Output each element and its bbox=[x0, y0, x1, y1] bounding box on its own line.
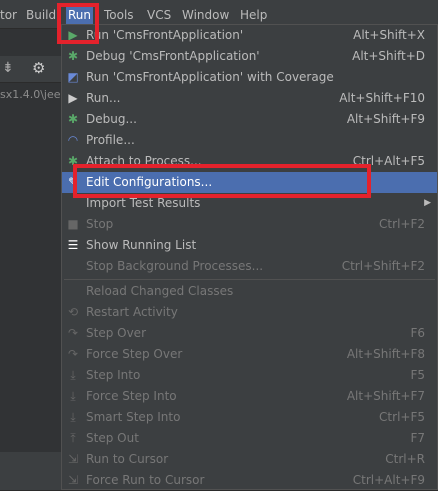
project-path: sx1.4.0\jeec bbox=[0, 88, 67, 101]
debug-icon: ✱ bbox=[67, 112, 79, 126]
left-toolbar: ⇟ ⚙ bbox=[0, 56, 62, 83]
menu-item-restart-activity[interactable]: ⟲ Restart Activity bbox=[62, 302, 437, 323]
menu-item-force-run-to-cursor[interactable]: ⇲ Force Run to Cursor Ctrl+Alt+F9 bbox=[62, 470, 437, 491]
menu-item-show-running-list[interactable]: ☰ Show Running List bbox=[62, 235, 437, 256]
menu-item-run-coverage[interactable]: ◩ Run 'CmsFrontApplication' with Coverag… bbox=[62, 67, 437, 88]
debug-icon: ✱ bbox=[67, 49, 79, 63]
menu-item-stop[interactable]: ■ Stop Ctrl+F2 bbox=[62, 214, 437, 235]
run-triangle-icon: ▶ bbox=[68, 91, 78, 105]
menu-item-debug[interactable]: ✱ Debug... Alt+Shift+F9 bbox=[62, 109, 437, 130]
menu-window[interactable]: Window bbox=[182, 8, 229, 22]
menu-tools[interactable]: Tools bbox=[104, 8, 134, 22]
collapse-icon[interactable]: ⇟ bbox=[2, 60, 14, 76]
highlight-edit-configurations bbox=[73, 164, 371, 198]
menu-item-reload-classes[interactable]: Reload Changed Classes bbox=[62, 281, 437, 302]
menu-item-force-step-over[interactable]: ↷ Force Step Over Alt+Shift+F8 bbox=[62, 344, 437, 365]
menu-vcs[interactable]: VCS bbox=[147, 8, 171, 22]
force-step-over-icon: ↷ bbox=[67, 347, 79, 361]
profile-icon: ◠ bbox=[67, 133, 79, 147]
menu-item-step-out[interactable]: ⤒ Step Out F7 bbox=[62, 428, 437, 449]
list-icon: ☰ bbox=[67, 238, 79, 252]
step-over-icon: ↷ bbox=[67, 326, 79, 340]
menu-help[interactable]: Help bbox=[240, 8, 267, 22]
run-to-cursor-icon: ⇲ bbox=[67, 452, 79, 466]
menu-item-force-step-into[interactable]: ⤓ Force Step Into Alt+Shift+F7 bbox=[62, 386, 437, 407]
menu-item-run-to-cursor[interactable]: ⇲ Run to Cursor Ctrl+R bbox=[62, 449, 437, 470]
step-into-icon: ⤓ bbox=[70, 368, 76, 382]
menu-item-step-into[interactable]: ⤓ Step Into F5 bbox=[62, 365, 437, 386]
menu-item-stop-background[interactable]: Stop Background Processes... Ctrl+Shift+… bbox=[62, 256, 437, 277]
menu-refactor[interactable]: tor bbox=[0, 8, 17, 22]
menu-item-debug-app[interactable]: ✱ Debug 'CmsFrontApplication' Alt+Shift+… bbox=[62, 46, 437, 67]
menu-item-step-over[interactable]: ↷ Step Over F6 bbox=[62, 323, 437, 344]
menu-item-profile[interactable]: ◠ Profile... bbox=[62, 130, 437, 151]
run-menu: ▶ Run 'CmsFrontApplication' Alt+Shift+X … bbox=[61, 24, 438, 490]
force-step-into-icon: ⤓ bbox=[70, 389, 76, 403]
stop-icon: ■ bbox=[67, 217, 79, 231]
highlight-run-menu bbox=[57, 3, 99, 44]
menu-build[interactable]: Build bbox=[26, 8, 56, 22]
left-bottom-bar bbox=[0, 452, 62, 490]
force-run-to-cursor-icon: ⇲ bbox=[67, 473, 79, 487]
menu-item-run-app[interactable]: ▶ Run 'CmsFrontApplication' Alt+Shift+X bbox=[62, 25, 437, 46]
gear-icon[interactable]: ⚙ bbox=[32, 59, 45, 77]
submenu-arrow-icon: ▶ bbox=[424, 198, 431, 208]
separator bbox=[64, 279, 435, 280]
menu-item-smart-step-into[interactable]: ⤓ Smart Step Into Ctrl+F5 bbox=[62, 407, 437, 428]
smart-step-into-icon: ⤓ bbox=[70, 410, 76, 424]
step-out-icon: ⤒ bbox=[70, 431, 76, 445]
coverage-icon: ◩ bbox=[67, 70, 79, 84]
menu-item-run[interactable]: ▶ Run... Alt+Shift+F10 bbox=[62, 88, 437, 109]
restart-icon: ⟲ bbox=[67, 305, 79, 319]
